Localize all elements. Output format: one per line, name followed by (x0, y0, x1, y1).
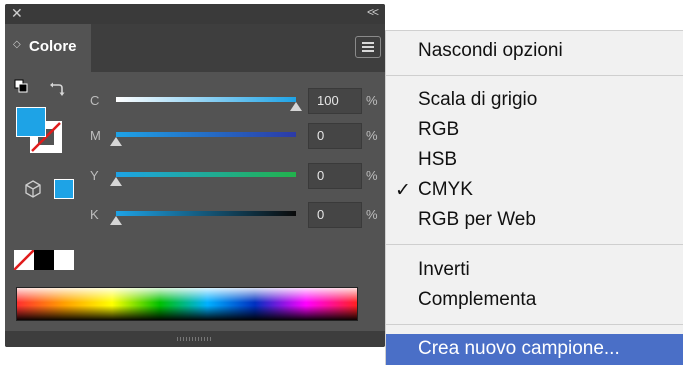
panel-menu-button[interactable] (355, 36, 381, 58)
menu-item-hide-options[interactable]: Nascondi opzioni (418, 40, 563, 62)
y-value-field[interactable]: 0 (308, 163, 362, 189)
menu-separator (386, 244, 683, 245)
cycle-options-icon[interactable]: ◇ (13, 39, 21, 50)
panel-flyout-menu: Nascondi opzioni Scala di grigio RGB HSB… (385, 30, 683, 365)
fill-swatch[interactable] (16, 107, 46, 137)
tab-label: Colore (29, 38, 77, 55)
m-slider-thumb[interactable] (110, 137, 122, 146)
white-swatch[interactable] (54, 250, 74, 270)
channel-label-m: M (90, 128, 101, 143)
k-slider-thumb[interactable] (110, 216, 122, 225)
menu-item-hsb[interactable]: HSB (418, 149, 457, 171)
y-slider-track[interactable] (116, 172, 296, 177)
channel-label-y: Y (90, 168, 99, 183)
menu-item-new-swatch[interactable]: Crea nuovo campione... (386, 334, 683, 365)
resize-grip[interactable] (5, 331, 385, 347)
menu-separator (386, 324, 683, 325)
slider-row-y: Y 0 % (5, 163, 385, 189)
k-unit: % (366, 207, 378, 222)
color-spectrum[interactable] (16, 287, 358, 321)
slider-row-k: K 0 % (5, 202, 385, 228)
m-unit: % (366, 128, 378, 143)
k-value-field[interactable]: 0 (308, 202, 362, 228)
color-panel: ✕ << ◇ Colore C 100 % M 0 % Y 0 % K 0 % (5, 4, 385, 347)
channel-label-k: K (90, 207, 99, 222)
c-slider-thumb[interactable] (290, 102, 302, 111)
menu-item-new-swatch-label: Crea nuovo campione... (418, 338, 620, 359)
y-unit: % (366, 168, 378, 183)
channel-label-c: C (90, 93, 100, 108)
y-slider-thumb[interactable] (110, 177, 122, 186)
menu-item-web-rgb[interactable]: RGB per Web (418, 209, 536, 231)
m-value-field[interactable]: 0 (308, 123, 362, 149)
menu-item-complement[interactable]: Complementa (418, 289, 536, 311)
panel-tabstrip: ◇ Colore (5, 24, 385, 72)
menu-separator (386, 75, 683, 76)
slider-row-m: M 0 % (5, 123, 385, 149)
menu-item-grayscale[interactable]: Scala di grigio (418, 89, 537, 111)
slider-row-c: C 100 % (5, 88, 385, 114)
collapse-panel-icon[interactable]: << (367, 5, 379, 19)
tab-colore[interactable]: ◇ Colore (5, 24, 91, 72)
c-slider-track[interactable] (116, 97, 296, 102)
menu-item-rgb[interactable]: RGB (418, 119, 459, 141)
checkmark-icon: ✓ (395, 180, 411, 201)
none-swatch[interactable] (14, 250, 34, 270)
k-slider-track[interactable] (116, 211, 296, 216)
m-slider-track[interactable] (116, 132, 296, 137)
black-swatch[interactable] (34, 250, 54, 270)
close-icon[interactable]: ✕ (11, 5, 23, 22)
menu-item-invert[interactable]: Inverti (418, 259, 470, 281)
c-unit: % (366, 93, 378, 108)
c-value-field[interactable]: 100 (308, 88, 362, 114)
menu-item-cmyk[interactable]: CMYK (418, 179, 473, 201)
panel-titlebar: ✕ << (5, 4, 385, 24)
